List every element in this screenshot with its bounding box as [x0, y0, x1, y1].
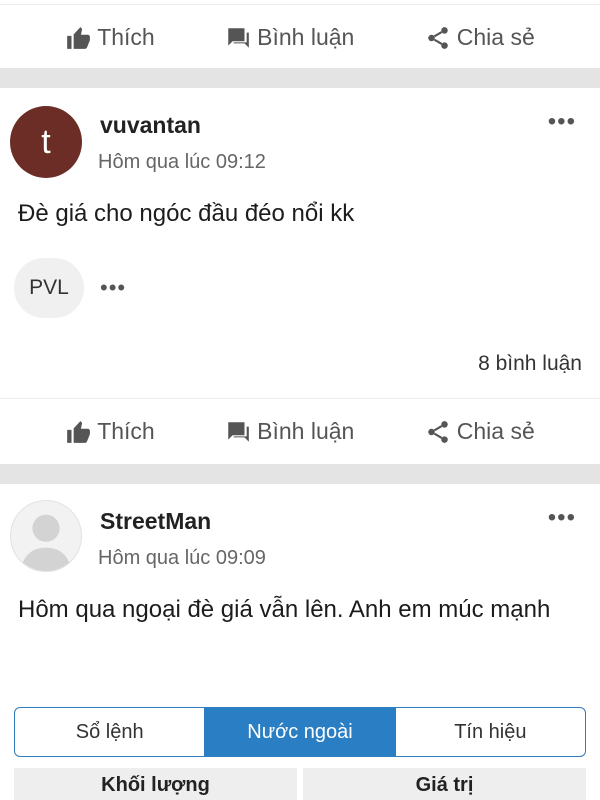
like-button[interactable]: Thích: [65, 418, 155, 445]
market-tabs: Sổ lệnh Nước ngoài Tín hiệu: [14, 707, 586, 757]
table-header: Khối lượng Giá trị: [14, 768, 586, 800]
post-separator: [0, 464, 600, 484]
post-header: t vuvantan Hôm qua lúc 09:12 •••: [0, 106, 600, 186]
tab-foreign[interactable]: Nước ngoài: [205, 708, 396, 756]
column-header-value: Giá trị: [303, 768, 586, 800]
feed-page: Thích Bình luận Chia sẻ t vuvantan Hôm q…: [0, 0, 600, 800]
comment-button[interactable]: Bình luận: [225, 24, 354, 51]
comment-label: Bình luận: [257, 418, 355, 444]
comment-icon: [227, 27, 249, 48]
thumbs-up-icon: [67, 420, 91, 443]
avatar[interactable]: [10, 500, 82, 572]
share-icon: [428, 26, 448, 49]
more-options-icon[interactable]: •••: [548, 108, 576, 136]
username[interactable]: StreetMan: [100, 508, 211, 535]
timestamp: Hôm qua lúc 09:12: [98, 151, 266, 173]
comment-label: Bình luận: [257, 24, 355, 50]
username[interactable]: vuvantan: [100, 112, 201, 139]
more-options-icon[interactable]: •••: [548, 504, 576, 532]
post-action-bar: Thích Bình luận Chia sẻ: [0, 398, 600, 464]
share-button[interactable]: Chia sẻ: [425, 24, 535, 51]
timestamp: Hôm qua lúc 09:09: [98, 547, 266, 569]
tab-order-book[interactable]: Sổ lệnh: [15, 708, 206, 756]
column-header-volume: Khối lượng: [14, 768, 297, 800]
thumbs-up-icon: [67, 26, 91, 49]
post-action-bar: Thích Bình luận Chia sẻ: [0, 4, 600, 70]
avatar-letter: t: [41, 122, 51, 161]
share-label: Chia sẻ: [456, 24, 535, 50]
default-avatar-icon: [20, 514, 72, 571]
post-content: Đè giá cho ngóc đầu đéo nổi kk: [18, 200, 355, 227]
share-label: Chia sẻ: [456, 418, 535, 444]
tab-signals[interactable]: Tín hiệu: [396, 708, 585, 756]
comment-count[interactable]: 8 bình luận: [478, 352, 582, 376]
comment-icon: [227, 421, 249, 442]
like-label: Thích: [97, 418, 155, 444]
stock-tag[interactable]: PVL: [14, 258, 84, 318]
like-button[interactable]: Thích: [65, 24, 155, 51]
tag-more-icon[interactable]: •••: [100, 275, 126, 301]
share-icon: [428, 420, 448, 443]
post-content: Hôm qua ngoại đè giá vẫn lên. Anh em múc…: [18, 596, 551, 623]
share-button[interactable]: Chia sẻ: [425, 418, 535, 445]
like-label: Thích: [97, 24, 155, 50]
comment-button[interactable]: Bình luận: [225, 418, 354, 445]
stock-tag-row: PVL •••: [14, 258, 126, 318]
post-header: StreetMan Hôm qua lúc 09:09 •••: [0, 500, 600, 580]
post-separator: [0, 68, 600, 88]
avatar[interactable]: t: [10, 106, 82, 178]
